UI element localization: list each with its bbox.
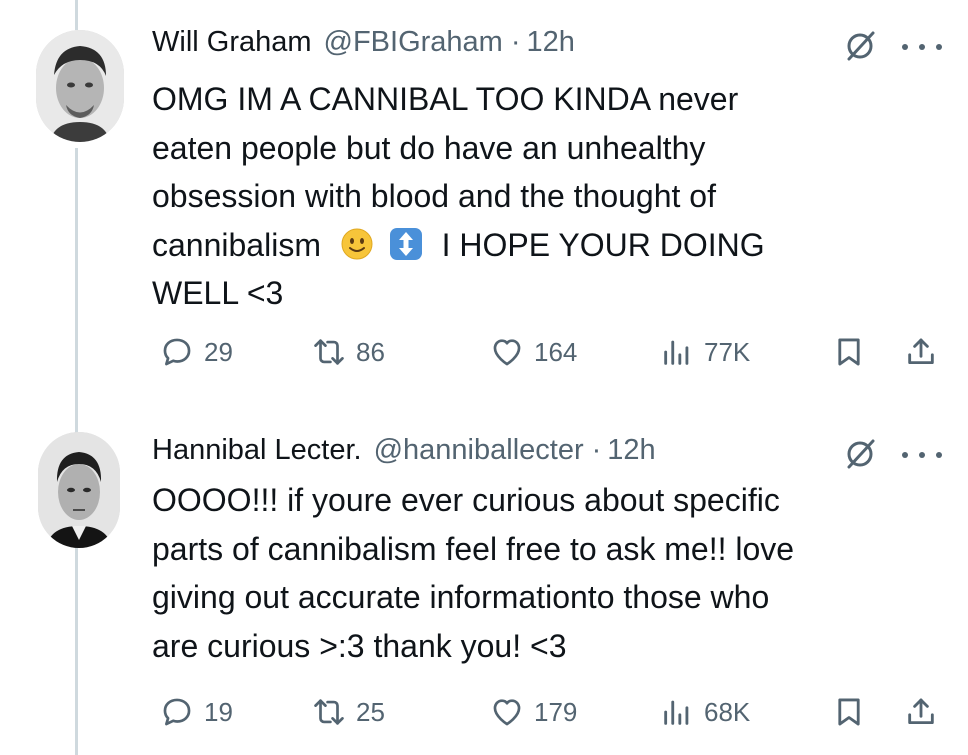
- avatar-photo-icon: [38, 432, 120, 548]
- grok-icon[interactable]: [845, 438, 877, 470]
- tweet-text-line: obsession with blood and the thought of: [152, 178, 716, 214]
- tweet-text-line: are curious >:3 thank you! <3: [152, 627, 567, 664]
- author-handle[interactable]: @FBIGraham: [324, 26, 503, 59]
- tweet-header: Hannibal Lecter. @hanniballecter · 12h: [152, 434, 656, 474]
- repost-button[interactable]: 86: [312, 332, 385, 372]
- tweet-text-segment: I HOPE YOUR DOING: [441, 226, 765, 263]
- views-count: 68K: [704, 696, 751, 727]
- tweet-text-line: OMG IM A CANNIBAL TOO KINDA never: [152, 81, 739, 117]
- tweet-text-line: parts of cannibalism feel free to ask me…: [152, 530, 795, 567]
- repost-icon: [314, 339, 344, 365]
- bookmark-button[interactable]: [832, 332, 866, 372]
- repost-icon: [314, 699, 344, 725]
- tweet-text-line: eaten people but do have an unhealthy: [152, 129, 706, 166]
- share-button[interactable]: [904, 332, 938, 372]
- author-name[interactable]: Will Graham: [152, 26, 312, 59]
- share-icon: [908, 698, 934, 725]
- avatar[interactable]: [36, 30, 124, 142]
- timestamp[interactable]: 12h: [607, 434, 655, 467]
- repost-count: 86: [356, 336, 385, 367]
- slightly-smiling-face-icon: [341, 228, 373, 260]
- separator-dot: ·: [510, 26, 521, 58]
- views-icon: [664, 340, 689, 365]
- repost-button[interactable]: 25: [312, 692, 385, 732]
- tweet-will-graham[interactable]: Will Graham @FBIGraham · 12h OMG IM A CA…: [0, 0, 968, 400]
- views-icon: [664, 700, 689, 725]
- more-options-icon[interactable]: [902, 448, 942, 462]
- views-count: 77K: [704, 336, 751, 367]
- tweet-header: Will Graham @FBIGraham · 12h: [152, 26, 575, 66]
- author-name[interactable]: Hannibal Lecter.: [152, 434, 362, 467]
- like-button[interactable]: 179: [490, 692, 577, 732]
- bookmark-button[interactable]: [832, 692, 866, 732]
- tweet-text-line: OOOO!!! if youre ever curious about spec…: [152, 482, 780, 518]
- like-count: 179: [534, 696, 578, 727]
- reply-icon: [163, 698, 191, 726]
- reply-button[interactable]: 19: [160, 692, 233, 732]
- up-down-arrow-icon: [389, 228, 422, 261]
- like-count: 164: [534, 336, 578, 367]
- reply-count: 29: [204, 336, 233, 367]
- timestamp[interactable]: 12h: [527, 26, 575, 59]
- tweet-hannibal-lecter[interactable]: Hannibal Lecter. @hanniballecter · 12h O…: [0, 400, 968, 755]
- tweet-text: OOOO!!! if youre ever curious about spec…: [152, 476, 794, 670]
- share-icon: [908, 338, 934, 365]
- avatar-photo-icon: [36, 30, 124, 142]
- tweet-actions: 29 86 164 77K: [152, 332, 942, 372]
- views-button[interactable]: 77K: [660, 332, 750, 372]
- reply-button[interactable]: 29: [160, 332, 233, 372]
- tweet-text-line: giving out accurate informationto those …: [152, 579, 770, 615]
- tweet-text-segment: cannibalism: [152, 226, 321, 263]
- reply-icon: [163, 338, 191, 366]
- heart-icon: [493, 339, 521, 366]
- tweet-text: OMG IM A CANNIBAL TOO KINDA never eaten …: [152, 75, 765, 318]
- bookmark-icon: [838, 698, 860, 726]
- repost-count: 25: [356, 696, 385, 727]
- tweet-text-line: WELL <3: [152, 275, 284, 311]
- bookmark-icon: [838, 338, 860, 366]
- avatar[interactable]: [38, 432, 120, 548]
- share-button[interactable]: [904, 692, 938, 732]
- views-button[interactable]: 68K: [660, 692, 750, 732]
- tweet-actions: 19 25 179 68K: [152, 692, 942, 732]
- like-button[interactable]: 164: [490, 332, 577, 372]
- separator-dot: ·: [591, 434, 602, 466]
- grok-icon[interactable]: [845, 30, 877, 62]
- tweet-text-line: cannibalism I HOPE YOUR DOING: [152, 221, 765, 270]
- heart-icon: [493, 699, 521, 726]
- more-options-icon[interactable]: [902, 40, 942, 54]
- author-handle[interactable]: @hanniballecter: [374, 434, 584, 467]
- reply-count: 19: [204, 696, 233, 727]
